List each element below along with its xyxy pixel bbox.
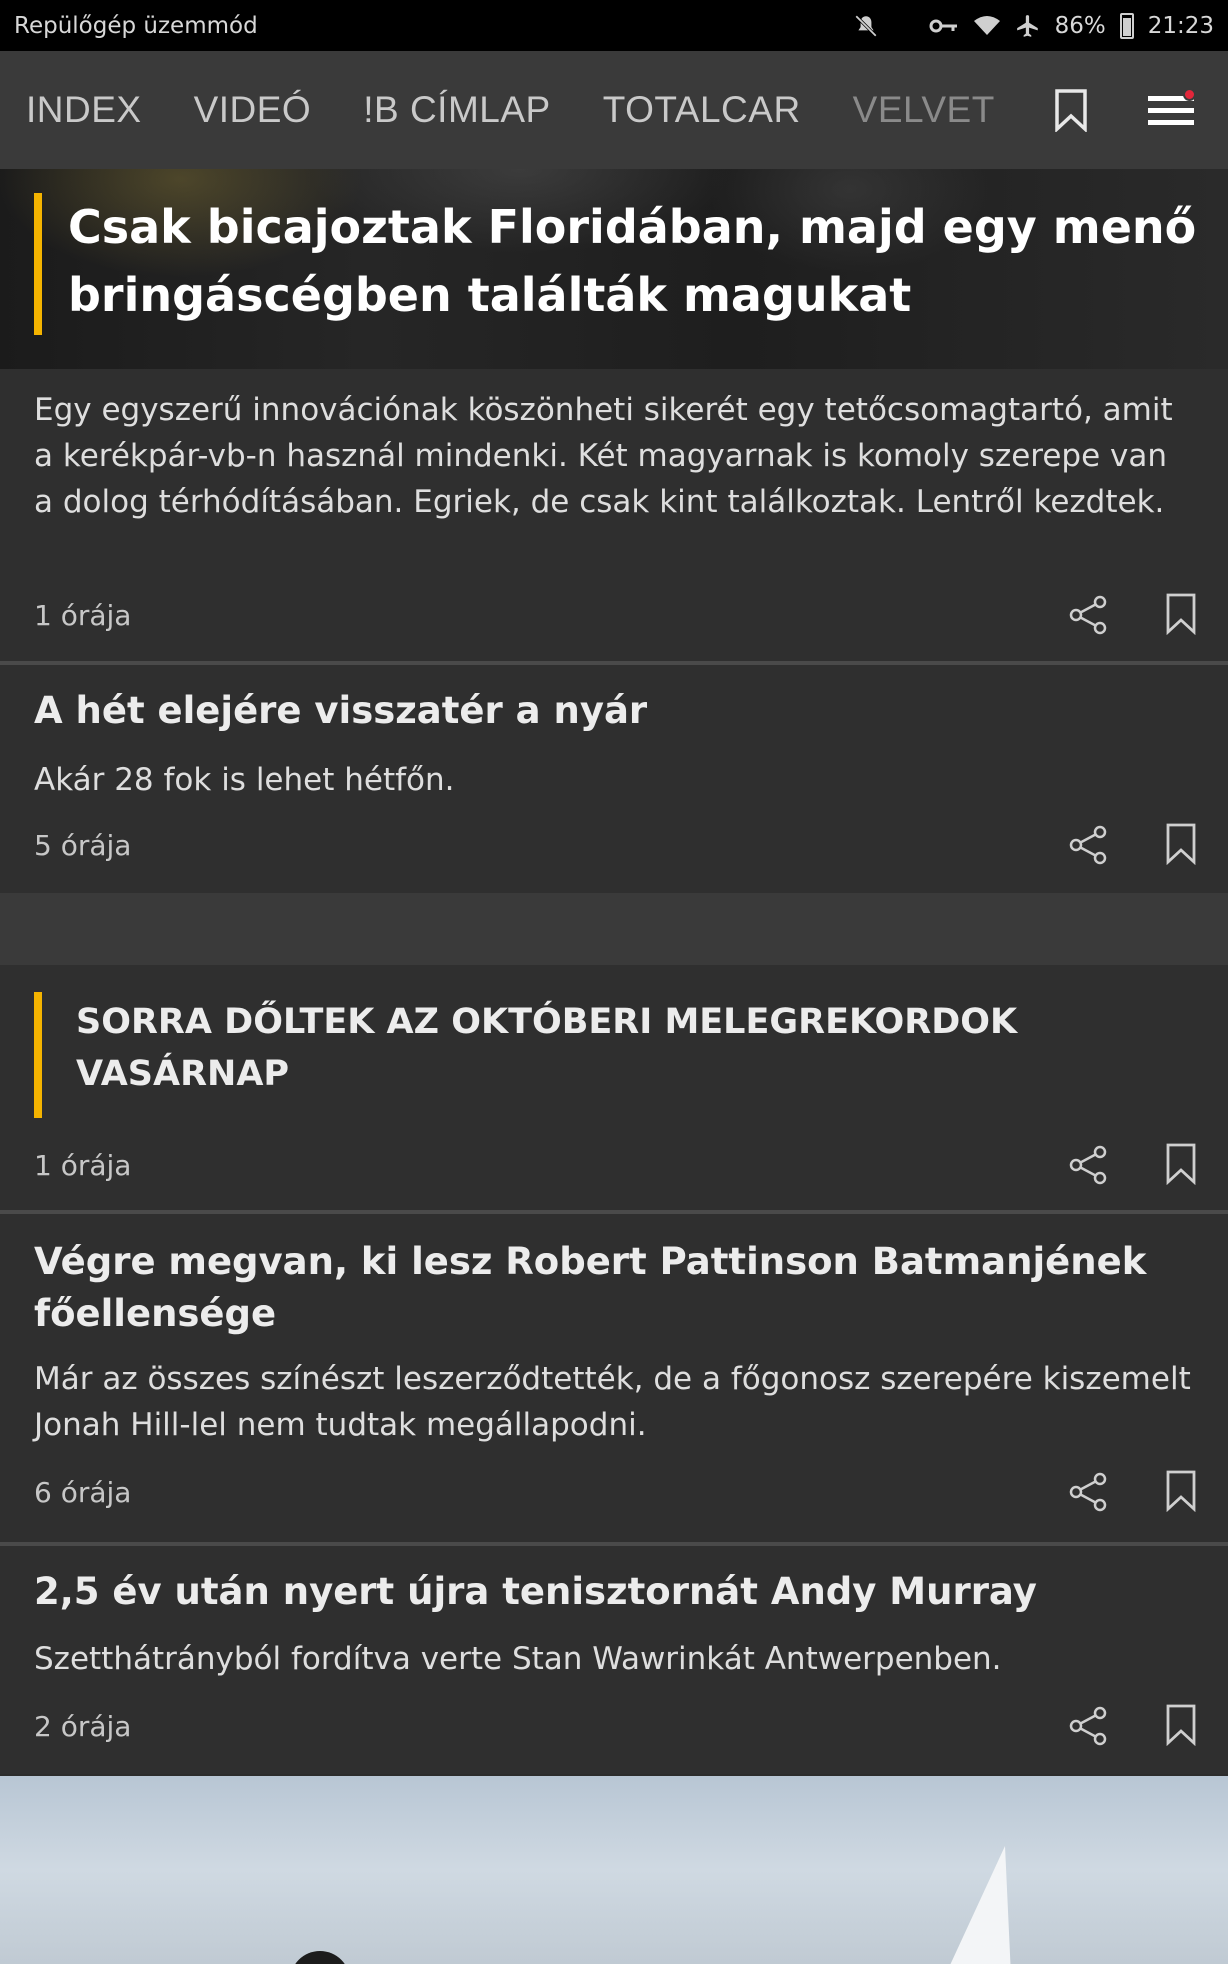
top-navigation: INDEX VIDEÓ !B CÍMLAP TOTALCAR VELVET xyxy=(0,51,1228,169)
hero-card: Egy egyszerű innovációnak köszönheti sik… xyxy=(0,369,1228,661)
mute-icon xyxy=(854,14,877,37)
tab-index[interactable]: INDEX xyxy=(26,89,142,131)
article-title[interactable]: 2,5 év után nyert újra tenisztornát Andy… xyxy=(34,1566,1194,1618)
article-lead[interactable]: Már az összes színészt leszerződtették, … xyxy=(34,1356,1194,1448)
share-icon[interactable] xyxy=(1068,825,1108,869)
share-icon[interactable] xyxy=(1068,1472,1108,1516)
battery-percent: 86% xyxy=(1054,12,1106,39)
share-icon[interactable] xyxy=(1068,1706,1108,1750)
status-icons: 86% 21:23 xyxy=(853,12,1214,39)
article-time: 6 órája xyxy=(34,1476,132,1509)
tab-video[interactable]: VIDEÓ xyxy=(194,89,312,131)
bookmark-icon[interactable] xyxy=(1166,1704,1196,1750)
article-lead[interactable]: Szetthátrányból fordítva verte Stan Wawr… xyxy=(34,1636,1194,1682)
article-title[interactable]: A hét elejére visszatér a nyár xyxy=(34,685,1194,737)
section-title[interactable]: SORRA DŐLTEK AZ OKTÓBERI MELEGREKORDOK V… xyxy=(76,996,1176,1100)
notification-dot xyxy=(1183,88,1196,101)
hero-image[interactable]: Csak bicajoztak Floridában, majd egy men… xyxy=(0,169,1228,369)
sail-shape xyxy=(945,1846,1011,1964)
article-card: 2,5 év után nyert újra tenisztornát Andy… xyxy=(0,1546,1228,1774)
hero-time: 1 órája xyxy=(34,599,132,632)
article-card: A hét elejére visszatér a nyár Akár 28 f… xyxy=(0,665,1228,893)
bookmark-icon[interactable] xyxy=(1166,593,1196,639)
article-card: Végre megvan, ki lesz Robert Pattinson B… xyxy=(0,1214,1228,1542)
tab-totalcar[interactable]: TOTALCAR xyxy=(603,89,801,131)
wifi-icon xyxy=(973,15,1000,35)
airplane-icon xyxy=(1016,14,1038,37)
menu-icon[interactable] xyxy=(1148,88,1196,128)
clock: 21:23 xyxy=(1147,12,1214,39)
article-time: 2 órája xyxy=(34,1710,132,1743)
section-separator xyxy=(0,893,1228,965)
battery-icon xyxy=(1119,12,1134,39)
section-time: 1 órája xyxy=(34,1149,132,1182)
hero-lead[interactable]: Egy egyszerű innovációnak köszönheti sik… xyxy=(34,387,1194,525)
hero-accent-bar xyxy=(34,193,42,335)
hero-title[interactable]: Csak bicajoztak Floridában, majd egy men… xyxy=(68,193,1208,329)
bookmark-icon[interactable] xyxy=(1166,1143,1196,1189)
airplane-mode-label: Repülőgép üzemmód xyxy=(14,12,258,39)
share-icon[interactable] xyxy=(1068,1145,1108,1189)
share-icon[interactable] xyxy=(1068,595,1108,639)
photo-figure xyxy=(290,1951,350,1964)
article-lead[interactable]: Akár 28 fok is lehet hétfőn. xyxy=(34,757,1194,803)
section-accent-bar xyxy=(34,992,42,1118)
article-title[interactable]: Végre megvan, ki lesz Robert Pattinson B… xyxy=(34,1236,1194,1340)
bookmark-icon[interactable] xyxy=(1166,823,1196,869)
article-time: 5 órája xyxy=(34,829,132,862)
tab-b-cimlap[interactable]: !B CÍMLAP xyxy=(363,89,551,131)
tab-velvet[interactable]: VELVET xyxy=(853,89,995,131)
bookmark-icon[interactable] xyxy=(1166,1470,1196,1516)
section-tabs: INDEX VIDEÓ !B CÍMLAP TOTALCAR VELVET xyxy=(0,51,1054,169)
status-bar: Repülőgép üzemmód 86% 21:23 xyxy=(0,0,1228,51)
article-image[interactable] xyxy=(0,1776,1228,1964)
bookmark-icon[interactable] xyxy=(1054,88,1088,132)
moon-icon xyxy=(897,14,908,37)
nav-actions xyxy=(1054,88,1228,132)
key-icon xyxy=(929,19,957,32)
